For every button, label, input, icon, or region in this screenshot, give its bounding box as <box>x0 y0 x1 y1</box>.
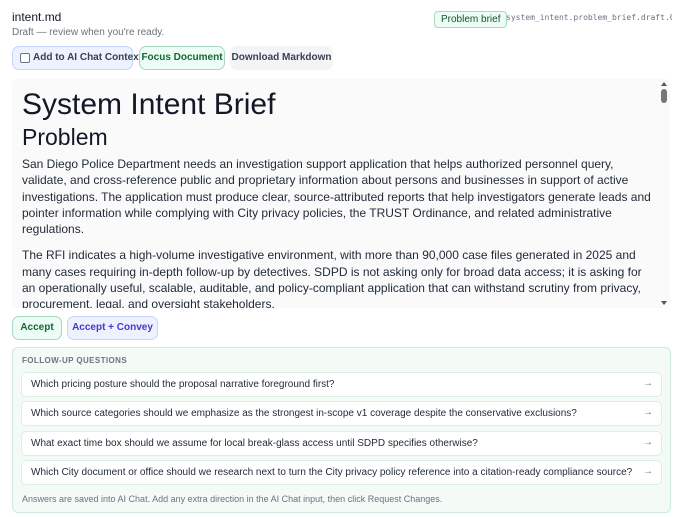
follow-up-questions-panel: FOLLOW-UP QUESTIONS Which pricing postur… <box>12 347 671 513</box>
arrow-right-icon: → <box>643 437 653 448</box>
document-header: intent.md Draft — review when you're rea… <box>12 10 672 40</box>
follow-up-title: FOLLOW-UP QUESTIONS <box>22 356 128 365</box>
question-text: Which source categories should we emphas… <box>31 408 577 419</box>
question-text: What exact time box should we assume for… <box>31 438 478 449</box>
file-name: intent.md <box>12 10 62 24</box>
document-content: System Intent Brief Problem San Diego Po… <box>22 88 652 308</box>
question-text: Which pricing posture should the proposa… <box>31 379 335 390</box>
download-markdown-button[interactable]: Download Markdown <box>230 46 333 70</box>
section-heading-problem: Problem <box>22 124 108 150</box>
context-checkbox[interactable] <box>20 53 30 63</box>
document-preview[interactable]: System Intent Brief Problem San Diego Po… <box>12 79 670 308</box>
draft-status-text: Draft — review when you're ready. <box>12 27 165 38</box>
scrollbar-thumb[interactable] <box>661 89 667 103</box>
focus-document-button[interactable]: Focus Document <box>139 46 225 70</box>
scroll-down-arrow-icon[interactable] <box>661 301 667 305</box>
draft-id-label: system_intent.problem_brief.draft.014 <box>506 13 672 22</box>
arrow-right-icon: → <box>643 378 653 389</box>
follow-up-question[interactable]: Which pricing posture should the proposa… <box>21 372 662 397</box>
add-context-label: Add to AI Chat Context <box>33 52 143 63</box>
arrow-right-icon: → <box>643 466 653 477</box>
follow-up-question[interactable]: Which City document or office should we … <box>21 460 662 485</box>
accept-convey-button[interactable]: Accept + Convey <box>67 316 158 340</box>
accept-button[interactable]: Accept <box>12 316 62 340</box>
paragraph-1: San Diego Police Department needs an inv… <box>22 157 651 237</box>
arrow-right-icon: → <box>643 407 653 418</box>
add-to-ai-chat-context-button[interactable]: Add to AI Chat Context <box>12 46 142 70</box>
problem-brief-badge: Problem brief <box>434 11 508 28</box>
follow-up-note: Answers are saved into AI Chat. Add any … <box>22 494 443 504</box>
paragraph-2: The RFI indicates a high-volume investig… <box>22 248 642 308</box>
scroll-up-arrow-icon[interactable] <box>661 82 667 86</box>
question-text: Which City document or office should we … <box>31 467 633 478</box>
follow-up-question[interactable]: Which source categories should we emphas… <box>21 401 662 426</box>
follow-up-question[interactable]: What exact time box should we assume for… <box>21 431 662 456</box>
document-title: System Intent Brief <box>22 88 276 121</box>
